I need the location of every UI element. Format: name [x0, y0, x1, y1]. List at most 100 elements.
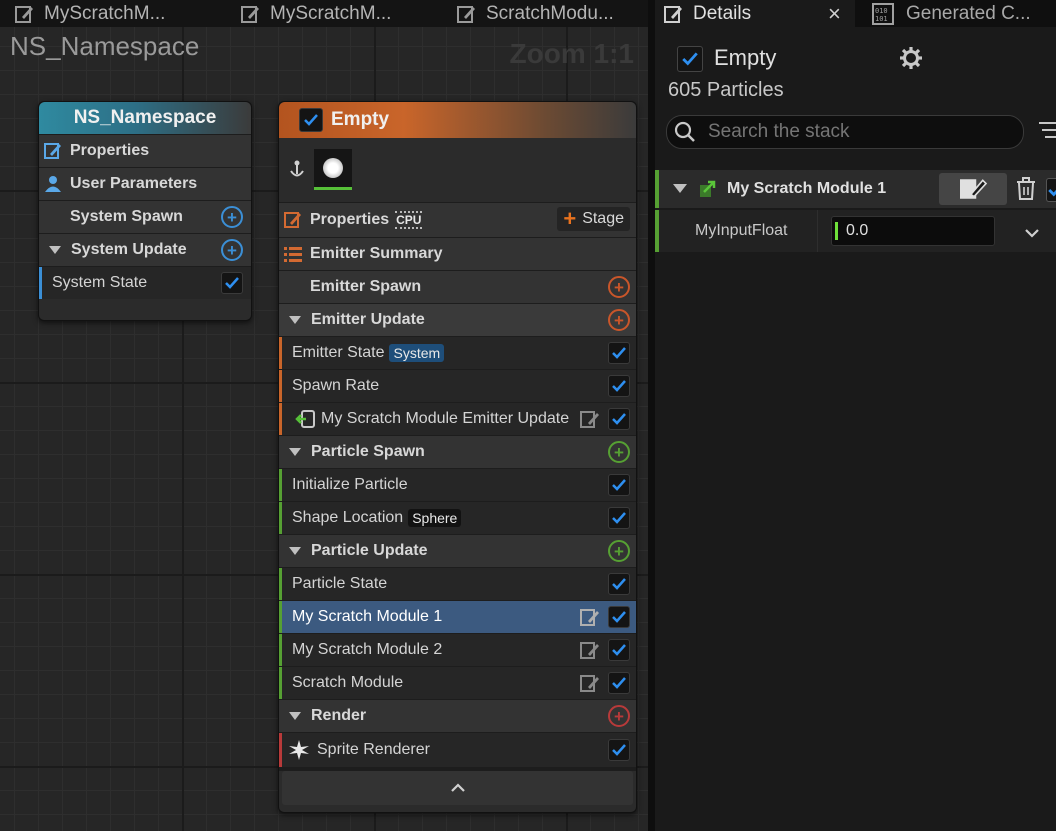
system-node-header[interactable]: NS_Namespace: [39, 102, 251, 134]
particle-spawn-row[interactable]: Particle Spawn +: [279, 435, 636, 468]
emitter-thumbnail[interactable]: [314, 149, 352, 190]
add-module-icon[interactable]: +: [608, 276, 630, 298]
module-header[interactable]: My Scratch Module 1: [655, 170, 1056, 208]
add-stage-button[interactable]: + Stage: [557, 207, 630, 231]
close-icon[interactable]: ×: [828, 1, 841, 27]
tab-generated-code[interactable]: 010 101 Generated C...: [862, 0, 1056, 27]
collapse-arrow-icon[interactable]: [673, 184, 687, 193]
system-properties-row[interactable]: Properties: [39, 134, 251, 167]
spawn-rate-row[interactable]: Spawn Rate: [279, 369, 636, 402]
edit-scratch-button[interactable]: [939, 173, 1007, 205]
tab-myscratchm-1[interactable]: MyScratchM...: [0, 0, 232, 27]
add-module-icon[interactable]: +: [221, 239, 243, 261]
details-panel: Details × 010 101 Generated C... Empty 60…: [648, 0, 1056, 831]
scratch-module-row[interactable]: Scratch Module: [279, 666, 636, 699]
enable-checkbox[interactable]: [608, 474, 630, 496]
search-input[interactable]: [706, 120, 1010, 144]
system-update-row[interactable]: System Update +: [39, 233, 251, 266]
shape-location-label: Shape Location: [292, 509, 404, 526]
add-module-icon[interactable]: +: [608, 441, 630, 463]
input-label: MyInputFloat: [695, 222, 788, 239]
tab-scratchmodu[interactable]: ScratchModu...: [452, 0, 636, 27]
emitter-node[interactable]: Empty Properties CPU + Stage Emitter Sum…: [278, 101, 637, 813]
sprite-renderer-row[interactable]: Sprite Renderer: [279, 732, 636, 767]
enable-checkbox[interactable]: [608, 375, 630, 397]
stage-stripe: [279, 733, 282, 767]
add-module-icon[interactable]: +: [608, 309, 630, 331]
emitter-node-header[interactable]: Empty: [279, 102, 636, 138]
initialize-particle-row[interactable]: Initialize Particle: [279, 468, 636, 501]
scratch-module-2-label: My Scratch Module 2: [292, 641, 443, 658]
shape-location-row[interactable]: Shape Location Sphere: [279, 501, 636, 534]
go-to-source-icon[interactable]: [295, 410, 315, 428]
add-module-icon[interactable]: +: [608, 705, 630, 727]
particle-update-label: Particle Update: [311, 542, 428, 559]
system-spawn-row[interactable]: System Spawn +: [39, 200, 251, 233]
emitter-state-row[interactable]: Emitter State System: [279, 336, 636, 369]
stage-stripe: [655, 210, 659, 252]
emitter-thumbnail-row: [279, 138, 636, 202]
stack-search-box[interactable]: [666, 115, 1024, 149]
enable-checkbox[interactable]: [608, 573, 630, 595]
scratch-pad-icon[interactable]: [580, 409, 600, 429]
enable-checkbox[interactable]: [608, 507, 630, 529]
check-icon: [1048, 189, 1056, 197]
add-module-icon[interactable]: +: [221, 206, 243, 228]
emitter-enable-checkbox[interactable]: [677, 46, 703, 72]
scratch-pad-icon: [14, 4, 34, 24]
scratch-pad-icon[interactable]: [580, 640, 600, 660]
enable-checkbox[interactable]: [608, 672, 630, 694]
render-label: Render: [311, 707, 367, 724]
tab-label: ScratchModu...: [486, 2, 614, 24]
tab-myscratchm-2[interactable]: MyScratchM...: [232, 0, 452, 27]
emitter-spawn-row[interactable]: Emitter Spawn +: [279, 270, 636, 303]
go-to-source-icon[interactable]: [699, 180, 717, 198]
collapse-arrow-icon[interactable]: [289, 547, 301, 555]
enable-checkbox[interactable]: [608, 639, 630, 661]
system-node[interactable]: NS_Namespace Properties User Parameters …: [38, 101, 252, 321]
user-parameters-row[interactable]: User Parameters: [39, 167, 251, 200]
filter-icon[interactable]: [1039, 121, 1056, 139]
render-row[interactable]: Render +: [279, 699, 636, 732]
trash-icon[interactable]: [1016, 177, 1036, 201]
system-node-title: NS_Namespace: [73, 107, 217, 128]
enable-checkbox[interactable]: [608, 408, 630, 430]
emitter-spawn-label: Emitter Spawn: [310, 278, 422, 295]
scratch-module-1-row[interactable]: My Scratch Module 1: [279, 600, 636, 633]
emitter-enable-checkbox[interactable]: [299, 108, 323, 132]
tab-details[interactable]: Details ×: [655, 0, 855, 27]
chevron-down-icon[interactable]: [1025, 225, 1039, 238]
input-value-field[interactable]: 0.0: [831, 216, 995, 246]
search-icon: [674, 121, 696, 143]
check-icon: [612, 677, 626, 689]
gear-icon[interactable]: [899, 46, 923, 70]
scratch-pad-icon: [960, 179, 988, 199]
emitter-update-row[interactable]: Emitter Update +: [279, 303, 636, 336]
collapse-arrow-icon[interactable]: [289, 712, 301, 720]
module-enable-checkbox[interactable]: [1046, 178, 1056, 202]
emitter-properties-row[interactable]: Properties CPU + Stage: [279, 202, 636, 237]
collapse-arrow-icon[interactable]: [289, 316, 301, 324]
properties-icon: [44, 142, 62, 160]
scratch-pad-icon[interactable]: [580, 673, 600, 693]
svg-text:010: 010: [875, 7, 888, 15]
system-state-row[interactable]: System State: [39, 266, 251, 299]
scratch-emitter-update-row[interactable]: My Scratch Module Emitter Update: [279, 402, 636, 435]
particle-update-row[interactable]: Particle Update +: [279, 534, 636, 567]
scratch-pad-icon[interactable]: [580, 607, 600, 627]
scratch-module-2-row[interactable]: My Scratch Module 2: [279, 633, 636, 666]
enable-checkbox[interactable]: [221, 272, 243, 294]
enable-checkbox[interactable]: [608, 739, 630, 761]
collapse-arrow-icon[interactable]: [289, 448, 301, 456]
scratch-pad-icon: [240, 4, 260, 24]
add-module-icon[interactable]: +: [608, 540, 630, 562]
collapse-arrow-icon[interactable]: [49, 246, 61, 254]
particle-state-row[interactable]: Particle State: [279, 567, 636, 600]
collapse-node-button[interactable]: [282, 771, 633, 805]
graph-editor[interactable]: MyScratchM... MyScratchM... ScratchModu.…: [0, 0, 648, 831]
emitter-summary-label: Emitter Summary: [310, 245, 443, 262]
enable-checkbox[interactable]: [608, 342, 630, 364]
enable-checkbox[interactable]: [608, 606, 630, 628]
plus-icon: +: [563, 206, 577, 231]
emitter-summary-row[interactable]: Emitter Summary: [279, 237, 636, 270]
